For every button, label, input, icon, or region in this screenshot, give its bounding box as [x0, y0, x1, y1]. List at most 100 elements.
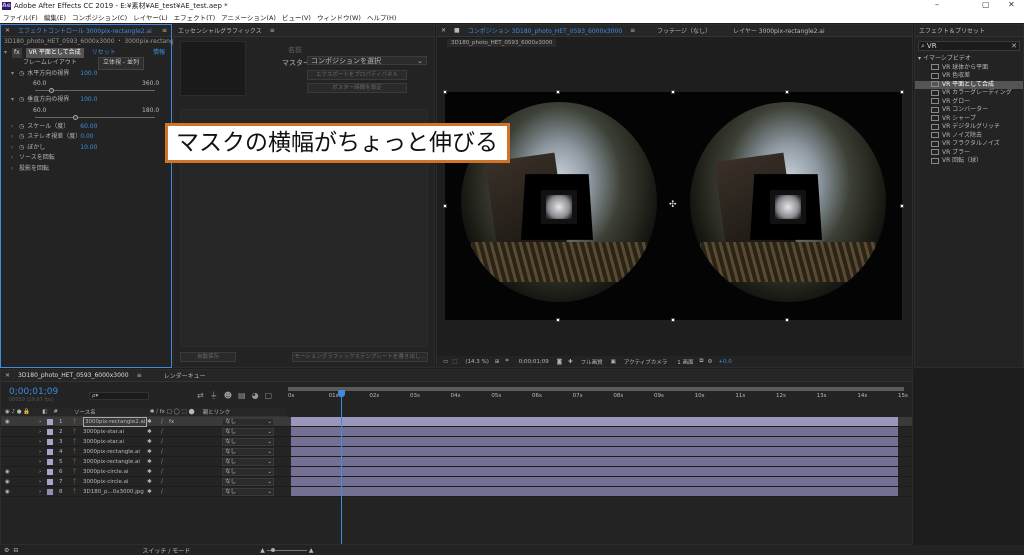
panel-menu-icon[interactable]: ≡	[133, 372, 146, 379]
transform-handle[interactable]	[900, 204, 904, 208]
hfov-slider[interactable]	[1, 87, 171, 95]
safe-margins-icon[interactable]: ⊞	[495, 359, 500, 365]
source-name-header[interactable]: ソース名	[74, 408, 96, 416]
parent-dropdown[interactable]: なし ⌄	[222, 428, 274, 436]
transform-handle[interactable]	[556, 90, 560, 94]
effect-item[interactable]: VR グロー	[915, 98, 1023, 107]
menu-layer[interactable]: レイヤー(L)	[133, 12, 168, 22]
quality-switch-icon[interactable]: ⧸	[161, 417, 163, 427]
maximize-button[interactable]: ▢	[982, 0, 990, 9]
graph-editor-icon[interactable]: ▢	[265, 391, 273, 400]
effect-item[interactable]: VR 平面として合成	[915, 80, 1023, 89]
stereo-value[interactable]: 0.00	[80, 132, 93, 143]
comp-subtab[interactable]: 3D180_photo_HET_0593_6000x3000	[447, 39, 557, 47]
magnification-dropdown[interactable]: (14.3 %)	[465, 359, 489, 365]
menu-composition[interactable]: コンポジション(C)	[72, 12, 127, 22]
exposure-value[interactable]: +0.0	[718, 359, 731, 365]
slider-knob[interactable]	[48, 88, 54, 93]
tab-essential-graphics[interactable]: エッセンシャルグラフィックス	[174, 26, 266, 35]
transform-handle[interactable]	[556, 318, 560, 322]
quality-switch-icon[interactable]: ⧸	[161, 487, 163, 497]
quality-switch-icon[interactable]: ⧸	[161, 437, 163, 447]
parent-dropdown[interactable]: なし ⌄	[222, 418, 274, 426]
effect-item[interactable]: VR デジタルグリッチ	[915, 123, 1023, 132]
expand-collapse-icon[interactable]: ⊟	[13, 547, 18, 554]
comp-flowchart-icon[interactable]: ⇄	[197, 391, 204, 400]
layer-name[interactable]: 3000pix-circle.ai	[83, 467, 129, 477]
fast-preview-icon[interactable]: ⚙	[707, 359, 712, 365]
shy-switch-icon[interactable]: ✱	[147, 447, 152, 457]
parent-header[interactable]: 親とリンク	[203, 408, 231, 416]
layer-row[interactable]: › 2 ᛉ 3000pix-star.ai ✱ ⧸ なし ⌄	[1, 427, 912, 437]
effect-item[interactable]: VR 色収差	[915, 72, 1023, 81]
effect-item[interactable]: VR シャープ	[915, 115, 1023, 124]
vfov-slider[interactable]	[1, 114, 171, 122]
layer-name[interactable]: 3D180_p...0x3000.jpg	[83, 487, 144, 497]
shy-switch-icon[interactable]: ✱	[147, 477, 152, 487]
playhead-handle[interactable]	[338, 390, 346, 397]
zoom-in-icon[interactable]: ▲	[309, 547, 314, 554]
quality-switch-icon[interactable]: ⧸	[161, 427, 163, 437]
quality-switch-icon[interactable]: ⧸	[161, 457, 163, 467]
export-properties-button[interactable]: エクスポートをプロパティパネル	[307, 70, 407, 80]
menu-effect[interactable]: エフェクト(T)	[174, 12, 216, 22]
shy-icon[interactable]: ☻	[224, 391, 232, 400]
layer-row[interactable]: ◉ › 1 ᛉ 3000pix-rectangle2.ai ✱ ⧸ fx なし ⌄	[1, 417, 912, 427]
clear-search-icon[interactable]: ✕	[1011, 42, 1017, 50]
layer-row[interactable]: ◉ › 6 ᛉ 3000pix-circle.ai ✱ ⧸ なし ⌄	[1, 467, 912, 477]
parent-dropdown[interactable]: なし ⌄	[222, 468, 274, 476]
always-preview-icon[interactable]: ▭	[443, 359, 448, 365]
close-button[interactable]: ✕	[1008, 0, 1015, 9]
twirl-icon[interactable]: ›	[39, 457, 41, 467]
expand-triangle-icon[interactable]: ▾	[11, 69, 19, 80]
layer-duration-bar[interactable]	[291, 417, 898, 426]
layer-duration-bar[interactable]	[291, 467, 898, 476]
tab-footage[interactable]: フッテージ（なし）	[653, 26, 715, 35]
expand-triangle-icon[interactable]: ›	[11, 164, 19, 175]
scale-value[interactable]: 60.00	[80, 122, 97, 133]
label-color-swatch[interactable]	[47, 479, 53, 485]
transparency-grid-icon[interactable]: ▣	[611, 359, 616, 365]
layer-row[interactable]: › 5 ᛉ 3000pix-rectangle.ai ✱ ⧸ なし ⌄	[1, 457, 912, 467]
panel-menu-icon[interactable]: ≡	[626, 27, 639, 34]
vfov-value[interactable]: 100.0	[80, 95, 97, 106]
frame-layout-dropdown[interactable]: 立体視 - 並列	[98, 57, 144, 70]
effect-item[interactable]: VR コンバーター	[915, 106, 1023, 115]
layer-duration-bar[interactable]	[291, 427, 898, 436]
eye-icon[interactable]: ◉	[5, 467, 10, 477]
layer-name[interactable]: 3000pix-star.ai	[83, 427, 124, 437]
slider-knob[interactable]	[72, 114, 78, 120]
quality-switch-icon[interactable]: ⧸	[161, 477, 163, 487]
label-color-swatch[interactable]	[47, 429, 53, 435]
twirl-icon[interactable]: ›	[39, 427, 41, 437]
transform-handle[interactable]	[443, 90, 447, 94]
stopwatch-icon[interactable]: ◷	[19, 122, 24, 133]
zoom-out-icon[interactable]: ▲	[260, 547, 265, 554]
zoom-slider[interactable]	[266, 547, 307, 552]
shy-switch-icon[interactable]: ✱	[147, 457, 152, 467]
menu-animation[interactable]: アニメーション(A)	[221, 12, 276, 22]
parent-dropdown[interactable]: なし ⌄	[222, 488, 274, 496]
twirl-icon[interactable]: ›	[39, 467, 41, 477]
transform-handle[interactable]	[785, 90, 789, 94]
grid-icon[interactable]: ⌗	[506, 358, 509, 365]
twirl-icon[interactable]: ›	[39, 437, 41, 447]
menu-view[interactable]: ビュー(V)	[282, 12, 311, 22]
layer-row[interactable]: ◉ › 8 ᛉ 3D180_p...0x3000.jpg ✱ ⧸ なし ⌄	[1, 487, 912, 497]
views-dropdown[interactable]: 1 画面	[677, 358, 693, 366]
effect-name[interactable]: VR 平面として合成	[25, 47, 84, 58]
layer-row[interactable]: ◉ › 7 ᛉ 3000pix-circle.ai ✱ ⧸ なし ⌄	[1, 477, 912, 487]
tab-composition[interactable]: コンポジション 3D180_photo_HET_0593_6000x3000	[464, 26, 626, 35]
master-dropdown[interactable]: コンポジションを選択 ⌄	[307, 56, 427, 65]
stopwatch-icon[interactable]: ◷	[19, 143, 24, 154]
layer-row[interactable]: › 3 ᛉ 3000pix-star.ai ✱ ⧸ なし ⌄	[1, 437, 912, 447]
transform-handle[interactable]	[900, 90, 904, 94]
transform-handle[interactable]	[785, 318, 789, 322]
toggle-view-icon[interactable]: ⧉	[700, 358, 704, 365]
timeline-timecode[interactable]: 0;00;01;09	[9, 387, 58, 397]
snapshot-icon[interactable]: ◙	[557, 359, 562, 365]
work-area-bar[interactable]	[288, 387, 904, 391]
eye-icon[interactable]: ◉	[5, 477, 10, 487]
shy-switch-icon[interactable]: ✱	[147, 467, 152, 477]
set-poster-time-button[interactable]: ポスター時間を設定	[307, 83, 407, 93]
